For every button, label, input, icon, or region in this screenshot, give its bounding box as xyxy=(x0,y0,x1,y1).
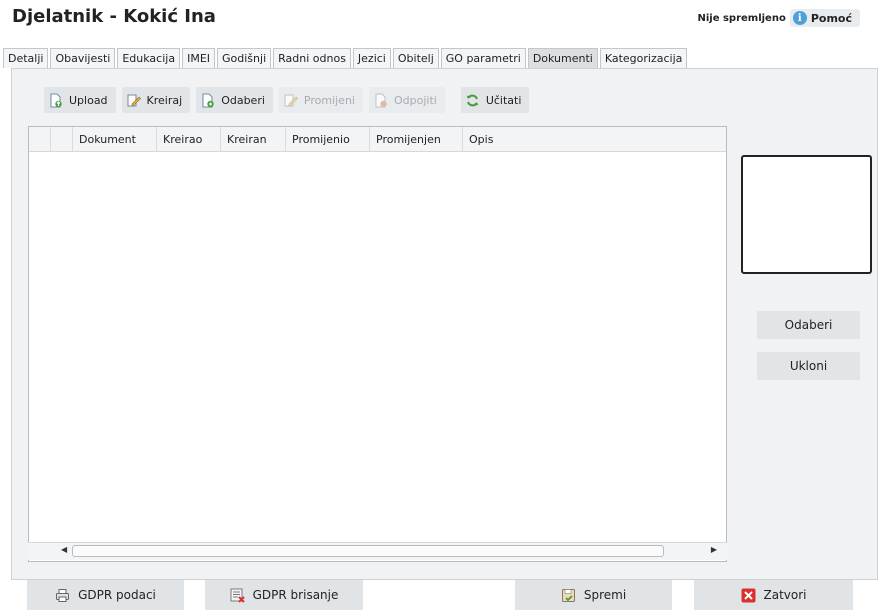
odaberi-toolbar-label: Odaberi xyxy=(221,93,265,107)
tab-detalji[interactable]: Detalji xyxy=(3,48,49,68)
upload-button[interactable]: Upload xyxy=(44,87,116,113)
upload-icon xyxy=(48,93,63,108)
edit-icon xyxy=(283,93,298,108)
tab-jezici[interactable]: Jezici xyxy=(352,48,391,68)
save-icon xyxy=(561,588,576,603)
column-header-dokument[interactable]: Dokument xyxy=(73,127,157,151)
zatvori-button[interactable]: Zatvori xyxy=(694,580,853,610)
odpojiti-button[interactable]: Odpojiti xyxy=(368,87,445,113)
ucitati-label: Učitati xyxy=(485,93,522,107)
odaberi-toolbar-button[interactable]: Odaberi xyxy=(196,87,273,113)
grid-header: Dokument Kreirao Kreiran Promijenio Prom… xyxy=(29,127,726,152)
tab-radni-odnos[interactable]: Radni odnos xyxy=(273,48,351,68)
tab-obitelj[interactable]: Obitelj xyxy=(392,48,439,68)
scroll-right-icon[interactable]: ▶ xyxy=(711,545,717,554)
gdpr-brisanje-label: GDPR brisanje xyxy=(252,588,339,602)
tab-go-parametri[interactable]: GO parametri xyxy=(440,48,526,68)
scroll-left-icon[interactable]: ◀ xyxy=(61,545,67,554)
column-header-promijenjen[interactable]: Promijenjen xyxy=(370,127,463,151)
ukloni-button[interactable]: Ukloni xyxy=(757,352,860,380)
ucitati-button[interactable]: Učitati xyxy=(460,87,530,113)
kreiraj-label: Kreiraj xyxy=(146,93,183,107)
tab-obavijesti[interactable]: Obavijesti xyxy=(50,48,116,68)
column-header-opis[interactable]: Opis xyxy=(463,127,726,151)
tab-imei[interactable]: IMEI xyxy=(182,48,216,68)
info-icon: i xyxy=(792,11,807,25)
kreiraj-button[interactable]: Kreiraj xyxy=(121,87,191,113)
horizontal-scrollbar[interactable]: ◀ ▶ xyxy=(28,542,727,560)
zatvori-label: Zatvori xyxy=(763,588,807,602)
grid-header-indicator xyxy=(29,127,51,151)
tab-edukacija[interactable]: Edukacija xyxy=(117,48,181,68)
column-header-kreiran[interactable]: Kreiran xyxy=(221,127,286,151)
odaberi-side-button[interactable]: Odaberi xyxy=(757,311,860,339)
refresh-icon xyxy=(465,93,480,108)
header-right: Nije spremljeno i Pomoć xyxy=(697,9,860,27)
tab-godisnji[interactable]: Godišnji xyxy=(217,48,272,68)
spremi-label: Spremi xyxy=(583,588,627,602)
column-header-promijenio[interactable]: Promijenio xyxy=(286,127,370,151)
spremi-button[interactable]: Spremi xyxy=(515,580,672,610)
tab-dokumenti[interactable]: Dokumenti xyxy=(527,48,598,68)
help-label: Pomoć xyxy=(810,11,852,25)
close-icon xyxy=(741,588,756,603)
grid-header-select xyxy=(51,127,73,151)
select-document-icon xyxy=(200,93,215,108)
document-toolbar: Upload Kreiraj Odaberi Promijeni Odpojit… xyxy=(44,87,530,113)
promijeni-button[interactable]: Promijeni xyxy=(278,87,363,113)
promijeni-label: Promijeni xyxy=(303,93,355,107)
document-preview xyxy=(741,155,872,274)
gdpr-brisanje-button[interactable]: GDPR brisanje xyxy=(205,580,363,610)
tab-bar: Detalji Obavijesti Edukacija IMEI Godišn… xyxy=(3,48,688,68)
odpojiti-label: Odpojiti xyxy=(393,93,437,107)
edit-icon xyxy=(126,93,141,108)
help-button[interactable]: i Pomoć xyxy=(789,9,860,27)
printer-icon xyxy=(55,588,70,603)
window-title: Djelatnik - Kokić Ina xyxy=(12,6,216,27)
upload-label: Upload xyxy=(69,93,108,107)
scroll-thumb[interactable] xyxy=(72,545,664,557)
delete-list-icon xyxy=(230,588,245,603)
gdpr-podaci-button[interactable]: GDPR podaci xyxy=(27,580,184,610)
column-header-kreirao[interactable]: Kreirao xyxy=(157,127,221,151)
detach-icon xyxy=(373,93,388,108)
documents-grid[interactable]: Dokument Kreirao Kreiran Promijenio Prom… xyxy=(28,126,727,562)
save-status: Nije spremljeno xyxy=(697,12,786,24)
gdpr-podaci-label: GDPR podaci xyxy=(78,588,156,602)
tab-kategorizacija[interactable]: Kategorizacija xyxy=(599,48,688,68)
